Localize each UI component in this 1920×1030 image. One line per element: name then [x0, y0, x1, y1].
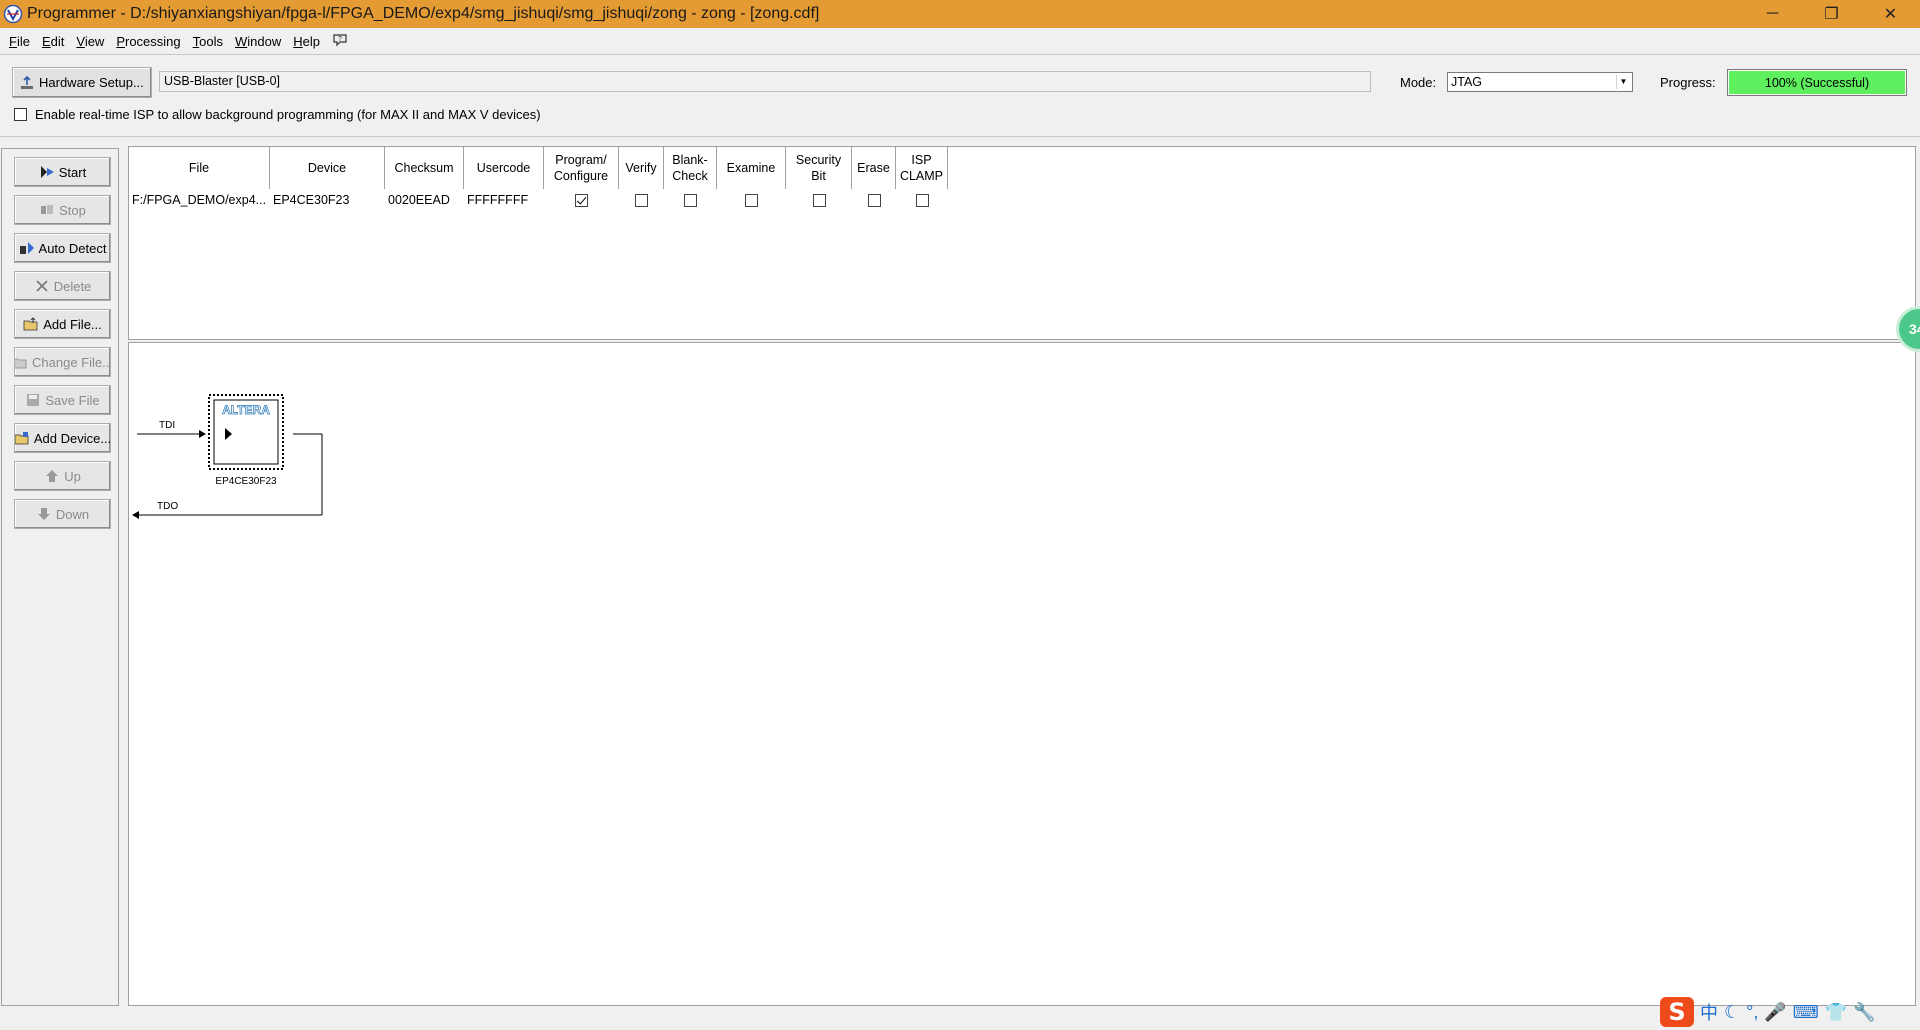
save-file-button[interactable]: Save File	[14, 385, 111, 415]
up-arrow-icon	[46, 470, 59, 482]
minimize-button[interactable]: ─	[1743, 0, 1802, 28]
isp-label: Enable real-time ISP to allow background…	[35, 107, 541, 122]
table-header: File Device Checksum Usercode Program/ C…	[129, 147, 948, 189]
jtag-chain-diagram: TDI TDO ALTERA EP4CE30F23	[132, 394, 323, 519]
up-button[interactable]: Up	[14, 461, 111, 491]
chain-device-label: EP4CE30F23	[215, 476, 277, 487]
add-file-icon	[23, 317, 38, 331]
col-examine[interactable]: Examine	[717, 147, 786, 189]
whats-this-icon[interactable]: ?	[326, 33, 354, 50]
verify-checkbox[interactable]	[635, 193, 648, 207]
sogou-ime-icon[interactable]: S	[1660, 997, 1694, 1027]
mode-label: Mode:	[1400, 75, 1437, 90]
col-device[interactable]: Device	[270, 147, 385, 189]
start-button[interactable]: Start	[14, 157, 111, 187]
svg-text:?: ?	[338, 36, 342, 43]
half-width-icon[interactable]: ☾	[1724, 1002, 1740, 1023]
fpga-chip-icon[interactable]: ALTERA	[208, 394, 284, 470]
punctuation-icon[interactable]: °,	[1746, 1002, 1758, 1023]
menu-tools[interactable]: Tools	[187, 34, 229, 49]
examine-checkbox[interactable]	[745, 193, 758, 207]
menu-processing[interactable]: Processing	[110, 34, 186, 49]
isp-checkbox[interactable]	[14, 108, 27, 121]
cell-checksum: 0020EEAD	[388, 193, 450, 207]
security-bit-checkbox[interactable]	[812, 193, 826, 207]
progress-bar: 100% (Successful)	[1727, 69, 1907, 96]
col-isp-clamp[interactable]: ISP CLAMP	[896, 147, 948, 189]
add-device-icon	[15, 432, 29, 445]
add-file-button[interactable]: Add File...	[14, 309, 111, 339]
progress-label: Progress:	[1660, 75, 1716, 90]
auto-detect-icon	[19, 242, 34, 254]
auto-detect-button[interactable]: Auto Detect	[14, 233, 111, 263]
tdo-label: TDO	[157, 501, 178, 512]
chevron-down-icon: ▼	[1616, 75, 1630, 89]
skin-icon[interactable]: 👕	[1825, 1002, 1847, 1023]
change-file-icon	[15, 358, 27, 369]
menu-help[interactable]: Help	[287, 34, 326, 49]
delete-button[interactable]: Delete	[14, 271, 111, 301]
hardware-field: USB-Blaster [USB-0]	[159, 71, 1371, 92]
hardware-setup-icon	[21, 75, 33, 89]
divider	[0, 136, 1920, 137]
table-row[interactable]: F:/FPGA_DEMO/exp4... EP4CE30F23 0020EEAD…	[129, 189, 948, 211]
jtag-chain-area: TDI TDO ALTERA EP4CE30F23	[128, 342, 1916, 1006]
down-arrow-icon	[37, 508, 50, 520]
microphone-icon[interactable]: 🎤	[1764, 1002, 1786, 1023]
altera-logo: ALTERA	[222, 403, 270, 417]
save-file-icon	[27, 394, 40, 406]
quartus-app-icon	[3, 4, 23, 24]
col-usercode[interactable]: Usercode	[464, 147, 544, 189]
program-configure-checkbox[interactable]	[575, 193, 588, 207]
maximize-button[interactable]: ❐	[1802, 0, 1861, 28]
erase-checkbox[interactable]	[867, 193, 881, 207]
mode-select[interactable]: JTAG ▼	[1447, 72, 1633, 92]
menu-edit[interactable]: Edit	[36, 34, 70, 49]
stop-icon	[41, 205, 54, 214]
menu-window[interactable]: Window	[229, 34, 287, 49]
window-title: Programmer - D:/shiyanxiangshiyan/fpga-l…	[27, 5, 820, 22]
col-blank-check[interactable]: Blank- Check	[664, 147, 717, 189]
down-button[interactable]: Down	[14, 499, 111, 529]
title-bar: Programmer - D:/shiyanxiangshiyan/fpga-l…	[0, 0, 1920, 28]
menu-view[interactable]: View	[70, 34, 110, 49]
col-program-configure[interactable]: Program/ Configure	[544, 147, 619, 189]
isp-clamp-checkbox[interactable]	[915, 193, 929, 207]
col-security-bit[interactable]: Security Bit	[786, 147, 852, 189]
menu-bar: File Edit View Processing Tools Window H…	[0, 31, 354, 51]
hardware-setup-button[interactable]: Hardware Setup...	[12, 67, 152, 98]
system-tray: S 中 ☾ °, 🎤 ⌨ 👕 🔧	[1660, 996, 1876, 1028]
divider	[0, 54, 1920, 55]
settings-wrench-icon[interactable]: 🔧	[1853, 1002, 1875, 1023]
menu-file[interactable]: File	[3, 34, 36, 49]
start-icon	[40, 166, 54, 178]
col-file[interactable]: File	[129, 147, 270, 189]
stop-button[interactable]: Stop	[14, 195, 111, 225]
close-button[interactable]: ✕	[1861, 0, 1920, 28]
col-checksum[interactable]: Checksum	[385, 147, 464, 189]
blank-check-checkbox[interactable]	[684, 193, 697, 207]
cell-usercode: FFFFFFFF	[467, 193, 529, 207]
keyboard-icon[interactable]: ⌨	[1793, 1002, 1819, 1023]
tdi-label: TDI	[159, 420, 175, 431]
chinese-mode-icon[interactable]: 中	[1700, 999, 1718, 1025]
cell-device: EP4CE30F23	[273, 193, 350, 207]
col-verify[interactable]: Verify	[619, 147, 664, 189]
left-button-panel: Start Stop Auto Detect Delete Add File..…	[1, 148, 119, 1006]
delete-icon	[36, 280, 48, 292]
change-file-button[interactable]: Change File...	[14, 347, 111, 377]
device-table: File Device Checksum Usercode Program/ C…	[128, 146, 1916, 340]
add-device-button[interactable]: Add Device...	[14, 423, 111, 453]
progress-text: 100% (Successful)	[1764, 75, 1870, 90]
col-erase[interactable]: Erase	[852, 147, 896, 189]
cell-file: F:/FPGA_DEMO/exp4...	[132, 193, 267, 207]
